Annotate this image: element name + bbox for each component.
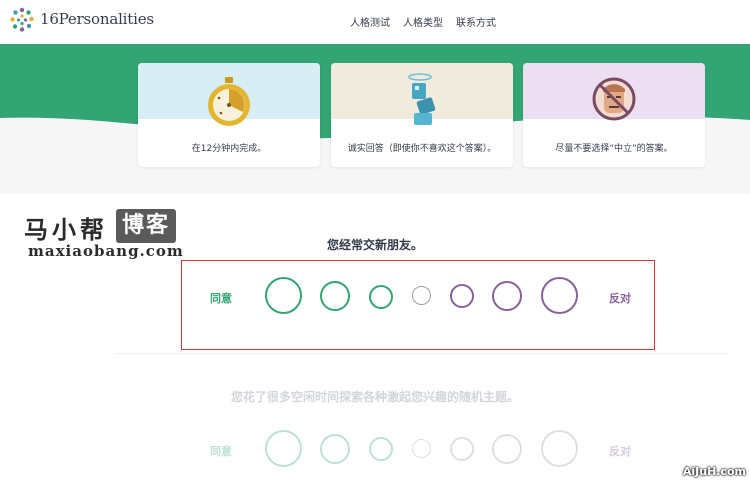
- tip-text: 在12分钟内完成。: [191, 144, 267, 154]
- answer-option-disagree-3[interactable]: [541, 430, 578, 467]
- answer-option-agree-1[interactable]: [369, 285, 393, 309]
- tip-text: 尽量不要选择“中立”的答案。: [555, 144, 673, 154]
- agree-label: 同意: [210, 445, 232, 458]
- answer-option-neutral[interactable]: [412, 439, 431, 458]
- answer-option-neutral[interactable]: [412, 286, 431, 305]
- site-header: 16Personalities 人格测试 人格类型 联系方式: [0, 0, 750, 44]
- answer-option-agree-2[interactable]: [320, 434, 350, 464]
- answer-option-disagree-3[interactable]: [541, 277, 578, 314]
- tip-text: 诚实回答（即使你不喜欢这个答案）。: [347, 144, 497, 154]
- answer-option-disagree-1[interactable]: [450, 437, 474, 461]
- question-text: 您经常交新朋友。: [326, 238, 423, 252]
- corner-watermark: AiJuH.com: [682, 465, 746, 478]
- answer-option-disagree-2[interactable]: [492, 281, 522, 311]
- nav-personality-types[interactable]: 人格类型: [403, 14, 443, 29]
- answer-option-disagree-2[interactable]: [492, 434, 522, 464]
- nav-contact[interactable]: 联系方式: [456, 14, 496, 29]
- answer-option-agree-3[interactable]: [265, 430, 302, 467]
- robot-figure-icon: [408, 73, 436, 125]
- nav-personality-test[interactable]: 人格测试: [350, 14, 390, 29]
- agree-label: 同意: [210, 292, 232, 305]
- question-text: 您花了很多空闲时间探索各种激起您兴趣的随机主题。: [230, 390, 519, 404]
- answer-option-disagree-1[interactable]: [450, 284, 474, 308]
- logo-dots-icon[interactable]: [8, 6, 36, 34]
- answer-option-agree-2[interactable]: [320, 281, 350, 311]
- stopwatch-icon: [208, 77, 250, 126]
- brand-name[interactable]: 16Personalities: [40, 10, 154, 28]
- no-neutral-face-icon: [592, 77, 636, 121]
- highlight-box: [181, 260, 655, 350]
- disagree-label: 反对: [609, 445, 631, 458]
- answer-option-agree-1[interactable]: [369, 437, 393, 461]
- tip-card-no-neutral: 尽量不要选择“中立”的答案。: [523, 63, 705, 167]
- tip-card-honesty: 诚实回答（即使你不喜欢这个答案）。: [331, 63, 513, 167]
- tip-card-time: 在12分钟内完成。: [138, 63, 320, 167]
- question-divider: [115, 353, 727, 354]
- answer-option-agree-3[interactable]: [265, 277, 302, 314]
- disagree-label: 反对: [609, 292, 631, 305]
